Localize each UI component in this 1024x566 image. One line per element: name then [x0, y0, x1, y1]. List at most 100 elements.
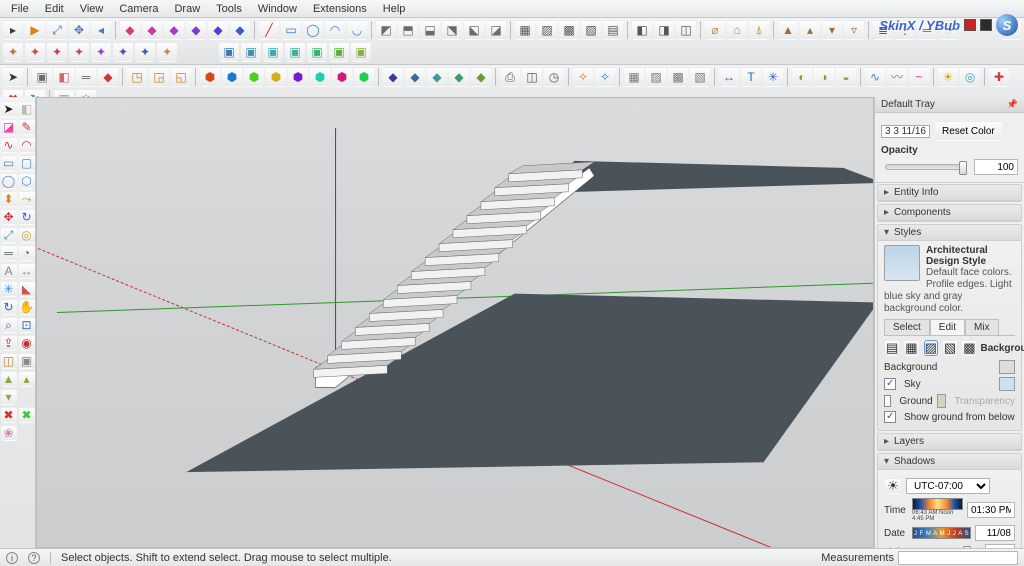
box1-icon[interactable]: ◳: [127, 67, 147, 87]
dim-tool-icon[interactable]: ↔: [19, 263, 35, 279]
styles-tab-mix[interactable]: Mix: [965, 319, 999, 335]
curv3-icon[interactable]: ~: [909, 67, 929, 87]
menu-window[interactable]: Window: [251, 3, 304, 15]
opacity-slider[interactable]: [885, 164, 966, 170]
text-tool-icon[interactable]: A: [1, 263, 17, 279]
line-icon[interactable]: ╱: [259, 20, 279, 40]
modeling-settings-icon[interactable]: ▩: [962, 340, 976, 356]
geo-icon[interactable]: ◎: [960, 67, 980, 87]
time-input[interactable]: [967, 502, 1015, 518]
dyn5-icon[interactable]: ⬢: [288, 67, 308, 87]
tape-tool-icon[interactable]: ═: [1, 245, 17, 261]
dyn8-icon[interactable]: ⬢: [354, 67, 374, 87]
stop-icon[interactable]: [980, 19, 992, 31]
style4-icon[interactable]: ▧: [690, 67, 710, 87]
pan-icon[interactable]: ✥: [69, 20, 89, 40]
plug6-icon[interactable]: ✦: [91, 42, 111, 62]
orbit-tool-icon[interactable]: ↻: [1, 299, 17, 315]
reset-color-button[interactable]: Reset Color: [935, 121, 1002, 141]
sandbox-tool-icon[interactable]: ▲: [1, 371, 17, 387]
style-thumbnail[interactable]: [884, 245, 920, 281]
dyn1-icon[interactable]: ⬢: [200, 67, 220, 87]
paint-icon[interactable]: ◆: [142, 20, 162, 40]
curv1-icon[interactable]: ∿: [865, 67, 885, 87]
scene-icon[interactable]: ◫: [522, 67, 542, 87]
styles-tab-select[interactable]: Select: [884, 319, 930, 335]
date-slider[interactable]: J F M A M J J A S O N D: [912, 527, 971, 539]
look-tool-icon[interactable]: ◉: [19, 335, 35, 351]
comp5-icon[interactable]: ▣: [307, 42, 327, 62]
axes-icon[interactable]: ✳: [1, 281, 17, 297]
plug4-icon[interactable]: ✦: [47, 42, 67, 62]
select-tool-icon[interactable]: ➤: [3, 67, 23, 87]
ext4-icon[interactable]: ◆: [449, 67, 469, 87]
show-ground-checkbox[interactable]: [884, 411, 896, 423]
section-icon[interactable]: ⌀: [705, 20, 725, 40]
edge-settings-icon[interactable]: ▤: [885, 340, 899, 356]
dyn4-icon[interactable]: ⬢: [266, 67, 286, 87]
hint-icon[interactable]: i: [6, 552, 18, 564]
ext5-icon[interactable]: ◆: [471, 67, 491, 87]
pan-tool-icon[interactable]: ✋: [19, 299, 35, 315]
make-comp-icon[interactable]: ▣: [32, 67, 52, 87]
comp3-icon[interactable]: ▣: [263, 42, 283, 62]
rect-tool-icon[interactable]: ▭: [1, 155, 17, 171]
paint3-icon[interactable]: ◆: [186, 20, 206, 40]
plug5-icon[interactable]: ✦: [69, 42, 89, 62]
menu-tools[interactable]: Tools: [209, 3, 249, 15]
shadows-toggle-icon[interactable]: ☀: [885, 478, 901, 494]
panel-styles[interactable]: Styles: [878, 225, 1021, 241]
look-icon[interactable]: ✧: [595, 67, 615, 87]
dyn6-icon[interactable]: ⬢: [310, 67, 330, 87]
curv2-icon[interactable]: 〰: [887, 67, 907, 87]
face-settings-icon[interactable]: ▦: [904, 340, 918, 356]
sky-checkbox[interactable]: [884, 378, 896, 390]
stamp-tool-icon[interactable]: ▾: [1, 389, 17, 405]
paint-bucket-icon[interactable]: ◆: [120, 20, 140, 40]
pushpull-tool-icon[interactable]: ⬍: [1, 191, 17, 207]
shaded-icon[interactable]: ▩: [559, 20, 579, 40]
cube-icon[interactable]: ◧: [19, 101, 35, 117]
dyn3-icon[interactable]: ⬢: [244, 67, 264, 87]
plug8-icon[interactable]: ✦: [135, 42, 155, 62]
pencil-icon[interactable]: ✎: [19, 119, 35, 135]
view-right-icon[interactable]: ⬔: [442, 20, 462, 40]
poly-icon[interactable]: ⬡: [19, 173, 35, 189]
panel-layers[interactable]: Layers: [878, 434, 1021, 450]
paint2-icon[interactable]: ◆: [164, 20, 184, 40]
section2-icon[interactable]: ⌂: [727, 20, 747, 40]
ext3-icon[interactable]: ◆: [427, 67, 447, 87]
arc2-icon[interactable]: ◡: [347, 20, 367, 40]
sun-icon[interactable]: ☀: [938, 67, 958, 87]
measurements-input[interactable]: [898, 551, 1018, 565]
box3-icon[interactable]: ◱: [171, 67, 191, 87]
section3-icon[interactable]: ⍋: [749, 20, 769, 40]
circle-icon[interactable]: ◯: [303, 20, 323, 40]
hidden-icon[interactable]: ▨: [537, 20, 557, 40]
smoove-icon[interactable]: ▴: [800, 20, 820, 40]
view-front-icon[interactable]: ⬓: [420, 20, 440, 40]
clock-icon[interactable]: ◷: [544, 67, 564, 87]
back-icon[interactable]: ◂: [91, 20, 111, 40]
xray-icon[interactable]: ◫: [676, 20, 696, 40]
view-back-icon[interactable]: ⬕: [464, 20, 484, 40]
globe-icon[interactable]: S: [996, 14, 1018, 36]
view-left-icon[interactable]: ◪: [486, 20, 506, 40]
orbit-icon[interactable]: ▶: [25, 20, 45, 40]
comp2-icon[interactable]: ▣: [241, 42, 261, 62]
menu-file[interactable]: File: [4, 3, 36, 15]
paint-bucket2-icon[interactable]: ◣: [19, 281, 35, 297]
time-slider[interactable]: [912, 498, 963, 510]
eraser-icon[interactable]: ◧: [54, 67, 74, 87]
paint5-icon[interactable]: ◆: [230, 20, 250, 40]
menu-view[interactable]: View: [73, 3, 111, 15]
menu-extensions[interactable]: Extensions: [306, 3, 374, 15]
drape-icon[interactable]: ▿: [844, 20, 864, 40]
dim-icon[interactable]: ↔: [719, 67, 739, 87]
freehand-icon[interactable]: ∿: [1, 137, 17, 153]
circle-tool-icon[interactable]: ◯: [1, 173, 17, 189]
zoomwin-icon[interactable]: ⊡: [19, 317, 35, 333]
menu-draw[interactable]: Draw: [167, 3, 207, 15]
help-icon[interactable]: ?: [28, 552, 40, 564]
ext2-icon[interactable]: ◆: [405, 67, 425, 87]
